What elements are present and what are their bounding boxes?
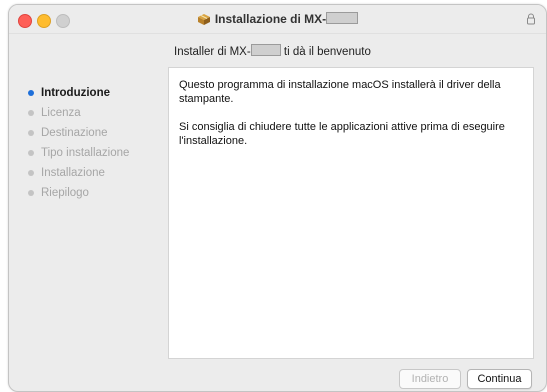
step-indicator-dot bbox=[28, 150, 34, 156]
step-installazione: Installazione bbox=[24, 163, 169, 183]
step-tipo-installazione: Tipo installazione bbox=[24, 143, 169, 163]
window-title-text: Installazione di MX- bbox=[214, 12, 327, 26]
continue-button[interactable]: Continua bbox=[467, 369, 532, 389]
page-heading: Installer di MX- ti dà il benvenuto bbox=[174, 44, 371, 58]
heading-prefix: Installer di MX- bbox=[174, 46, 251, 58]
lock-icon bbox=[527, 13, 535, 25]
step-label: Riepilogo bbox=[41, 187, 89, 199]
step-label: Tipo installazione bbox=[41, 147, 130, 159]
step-label: Introduzione bbox=[41, 87, 110, 99]
content-panel: Questo programma di installazione macOS … bbox=[168, 67, 534, 359]
intro-paragraph: Questo programma di installazione macOS … bbox=[179, 79, 501, 105]
step-indicator-dot bbox=[28, 110, 34, 116]
step-indicator-dot bbox=[28, 170, 34, 176]
step-riepilogo: Riepilogo bbox=[24, 183, 169, 203]
back-button[interactable]: Indietro bbox=[399, 369, 461, 389]
heading-suffix: ti dà il benvenuto bbox=[280, 46, 371, 58]
step-label: Installazione bbox=[41, 167, 105, 179]
step-label: Licenza bbox=[41, 107, 81, 119]
advice-paragraph: Si consiglia di chiudere tutte le applic… bbox=[179, 121, 505, 147]
step-destinazione: Destinazione bbox=[24, 123, 169, 143]
installer-window: Installazione di MX- Installer di MX- ti… bbox=[8, 4, 547, 392]
step-label: Destinazione bbox=[41, 127, 108, 139]
redacted-model bbox=[326, 12, 359, 24]
title-bar[interactable]: Installazione di MX- bbox=[9, 5, 546, 34]
step-indicator-dot bbox=[28, 90, 34, 96]
window-title: Installazione di MX- bbox=[9, 12, 546, 26]
step-indicator-dot bbox=[28, 190, 34, 196]
step-introduzione: Introduzione bbox=[24, 83, 169, 103]
installer-package-icon bbox=[197, 14, 210, 25]
step-indicator-dot bbox=[28, 130, 34, 136]
steps-sidebar: Introduzione Licenza Destinazione Tipo i… bbox=[24, 83, 169, 203]
step-licenza: Licenza bbox=[24, 103, 169, 123]
redacted-model-heading bbox=[250, 44, 281, 56]
